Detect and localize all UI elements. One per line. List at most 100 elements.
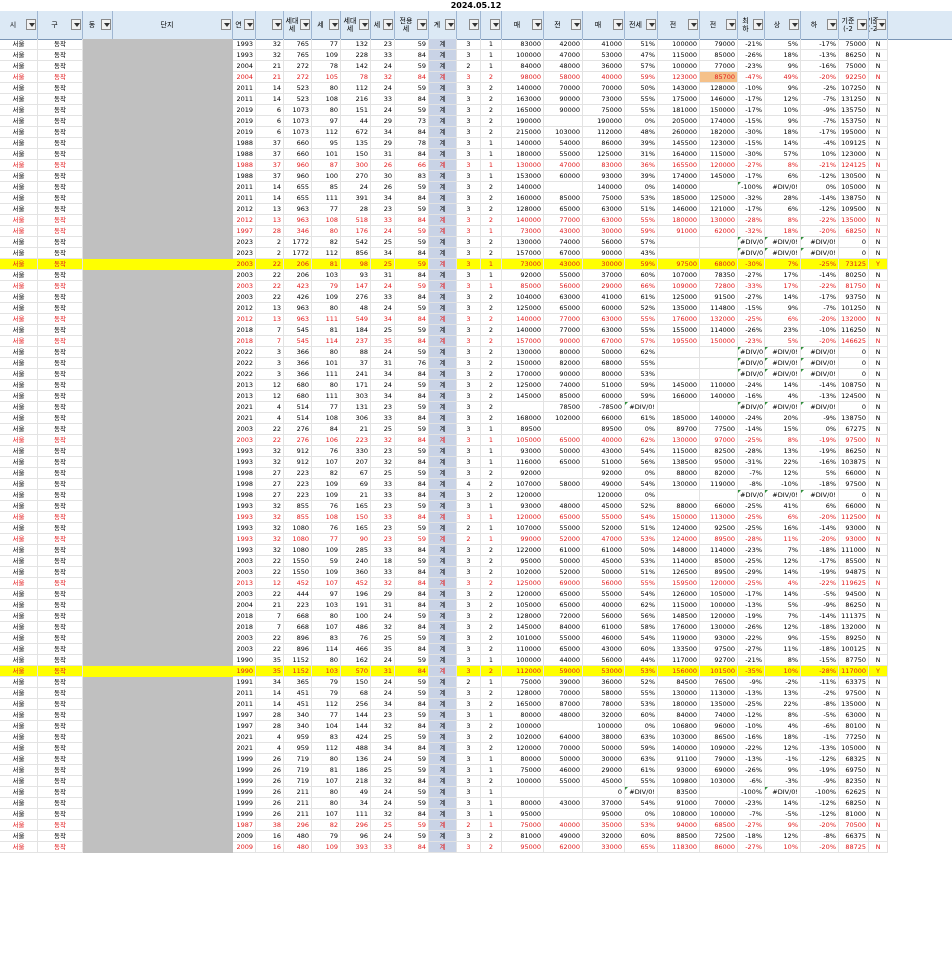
table-cell[interactable]: 276 xyxy=(341,292,371,303)
table-cell[interactable]: #DIV/0! xyxy=(738,402,765,413)
table-cell[interactable]: 계 xyxy=(429,787,457,798)
table-cell[interactable]: 303 xyxy=(341,391,371,402)
table-cell[interactable]: 79 xyxy=(312,831,341,842)
table-cell[interactable]: 59 xyxy=(395,303,429,314)
table-cell[interactable]: 21 xyxy=(341,490,371,501)
complex-name-cell[interactable] xyxy=(113,325,233,336)
table-cell[interactable]: 55000 xyxy=(583,512,625,523)
table-cell[interactable]: 84000 xyxy=(658,710,700,721)
table-cell[interactable]: 2003 xyxy=(233,292,256,303)
table-cell[interactable]: 165000 xyxy=(502,699,544,710)
complex-name-cell[interactable] xyxy=(113,710,233,721)
table-cell[interactable] xyxy=(83,402,113,413)
table-cell[interactable]: Y xyxy=(869,666,888,677)
table-cell[interactable]: 102000 xyxy=(544,413,583,424)
table-cell[interactable]: 계 xyxy=(429,325,457,336)
table-cell[interactable]: 1 xyxy=(481,787,502,798)
table-cell[interactable]: 423 xyxy=(284,281,312,292)
table-cell[interactable]: -17% xyxy=(801,127,839,138)
table-cell[interactable]: -17% xyxy=(738,589,765,600)
table-cell[interactable]: 114 xyxy=(312,336,341,347)
table-cell[interactable]: 107 xyxy=(312,622,341,633)
table-cell[interactable]: 서울 xyxy=(0,259,38,270)
table-cell[interactable]: 58% xyxy=(625,622,658,633)
table-cell[interactable]: -2% xyxy=(801,83,839,94)
table-cell[interactable]: 32 xyxy=(371,776,395,787)
table-cell[interactable]: 103 xyxy=(312,666,341,677)
table-cell[interactable]: 5% xyxy=(765,600,801,611)
table-cell[interactable] xyxy=(544,787,583,798)
table-cell[interactable]: 30000 xyxy=(583,754,625,765)
table-cell[interactable]: 29000 xyxy=(583,765,625,776)
table-cell[interactable]: -24% xyxy=(738,380,765,391)
table-cell[interactable]: 84 xyxy=(395,666,429,677)
table-cell[interactable]: -17% xyxy=(801,39,839,50)
table-cell[interactable]: 65000 xyxy=(544,644,583,655)
table-cell[interactable]: 서울 xyxy=(0,237,38,248)
table-cell[interactable] xyxy=(83,732,113,743)
table-cell[interactable]: 3 xyxy=(457,248,481,259)
table-cell[interactable]: 73000 xyxy=(502,259,544,270)
table-cell[interactable]: 108000 xyxy=(658,809,700,820)
table-cell[interactable]: 3 xyxy=(457,490,481,501)
table-cell[interactable]: 130500 xyxy=(839,171,869,182)
table-cell[interactable]: 109000 xyxy=(658,281,700,292)
table-cell[interactable]: 1997 xyxy=(233,226,256,237)
table-cell[interactable]: 계 xyxy=(429,204,457,215)
table-cell[interactable]: 24 xyxy=(371,754,395,765)
table-cell[interactable]: 120000 xyxy=(700,160,738,171)
table-cell[interactable] xyxy=(83,127,113,138)
table-cell[interactable]: -25% xyxy=(738,314,765,325)
table-cell[interactable]: 2 xyxy=(481,237,502,248)
table-cell[interactable]: 2 xyxy=(481,589,502,600)
table-cell[interactable]: 116000 xyxy=(502,457,544,468)
table-cell[interactable]: 동작 xyxy=(38,787,83,798)
table-cell[interactable]: -25% xyxy=(801,259,839,270)
table-cell[interactable]: 계 xyxy=(429,171,457,182)
table-cell[interactable]: 109 xyxy=(312,292,341,303)
table-cell[interactable]: -5% xyxy=(765,809,801,820)
table-cell[interactable]: -26% xyxy=(738,622,765,633)
filter-dropdown-button[interactable] xyxy=(383,19,393,30)
table-cell[interactable]: 동작 xyxy=(38,732,83,743)
table-cell[interactable]: N xyxy=(869,50,888,61)
table-cell[interactable]: 77250 xyxy=(839,732,869,743)
table-cell[interactable]: 542 xyxy=(341,237,371,248)
complex-name-cell[interactable] xyxy=(113,468,233,479)
table-cell[interactable]: 165 xyxy=(341,501,371,512)
table-cell[interactable]: N xyxy=(869,391,888,402)
table-cell[interactable]: 165500 xyxy=(658,160,700,171)
table-cell[interactable]: 1 xyxy=(481,446,502,457)
table-cell[interactable]: 서울 xyxy=(0,325,38,336)
table-cell[interactable]: 2022 xyxy=(233,369,256,380)
table-cell[interactable]: 84 xyxy=(395,369,429,380)
table-cell[interactable]: 112 xyxy=(341,83,371,94)
table-cell[interactable]: 119625 xyxy=(839,578,869,589)
table-cell[interactable]: 동작 xyxy=(38,666,83,677)
complex-name-cell[interactable] xyxy=(113,512,233,523)
table-cell[interactable]: 27 xyxy=(256,479,284,490)
table-cell[interactable]: 1990 xyxy=(233,655,256,666)
table-cell[interactable]: 계 xyxy=(429,831,457,842)
table-cell[interactable]: 100000 xyxy=(502,721,544,732)
table-cell[interactable]: 60% xyxy=(625,644,658,655)
table-cell[interactable] xyxy=(83,182,113,193)
table-cell[interactable]: 80 xyxy=(312,303,341,314)
table-cell[interactable]: 30000 xyxy=(583,259,625,270)
table-cell[interactable]: 366 xyxy=(284,369,312,380)
table-cell[interactable]: 68500 xyxy=(700,820,738,831)
table-cell[interactable]: 54% xyxy=(625,589,658,600)
table-cell[interactable]: 77000 xyxy=(544,325,583,336)
table-cell[interactable]: 계 xyxy=(429,490,457,501)
table-cell[interactable]: -17% xyxy=(801,292,839,303)
table-cell[interactable]: 0 xyxy=(839,490,869,501)
table-cell[interactable]: 85500 xyxy=(839,556,869,567)
table-cell[interactable]: 14% xyxy=(765,798,801,809)
filter-dropdown-button[interactable] xyxy=(876,19,886,30)
table-cell[interactable]: 32 xyxy=(371,457,395,468)
table-cell[interactable]: 276 xyxy=(284,435,312,446)
table-cell[interactable]: -23% xyxy=(738,545,765,556)
table-cell[interactable]: 서울 xyxy=(0,413,38,424)
table-cell[interactable]: 174000 xyxy=(700,116,738,127)
table-cell[interactable]: 2 xyxy=(481,732,502,743)
